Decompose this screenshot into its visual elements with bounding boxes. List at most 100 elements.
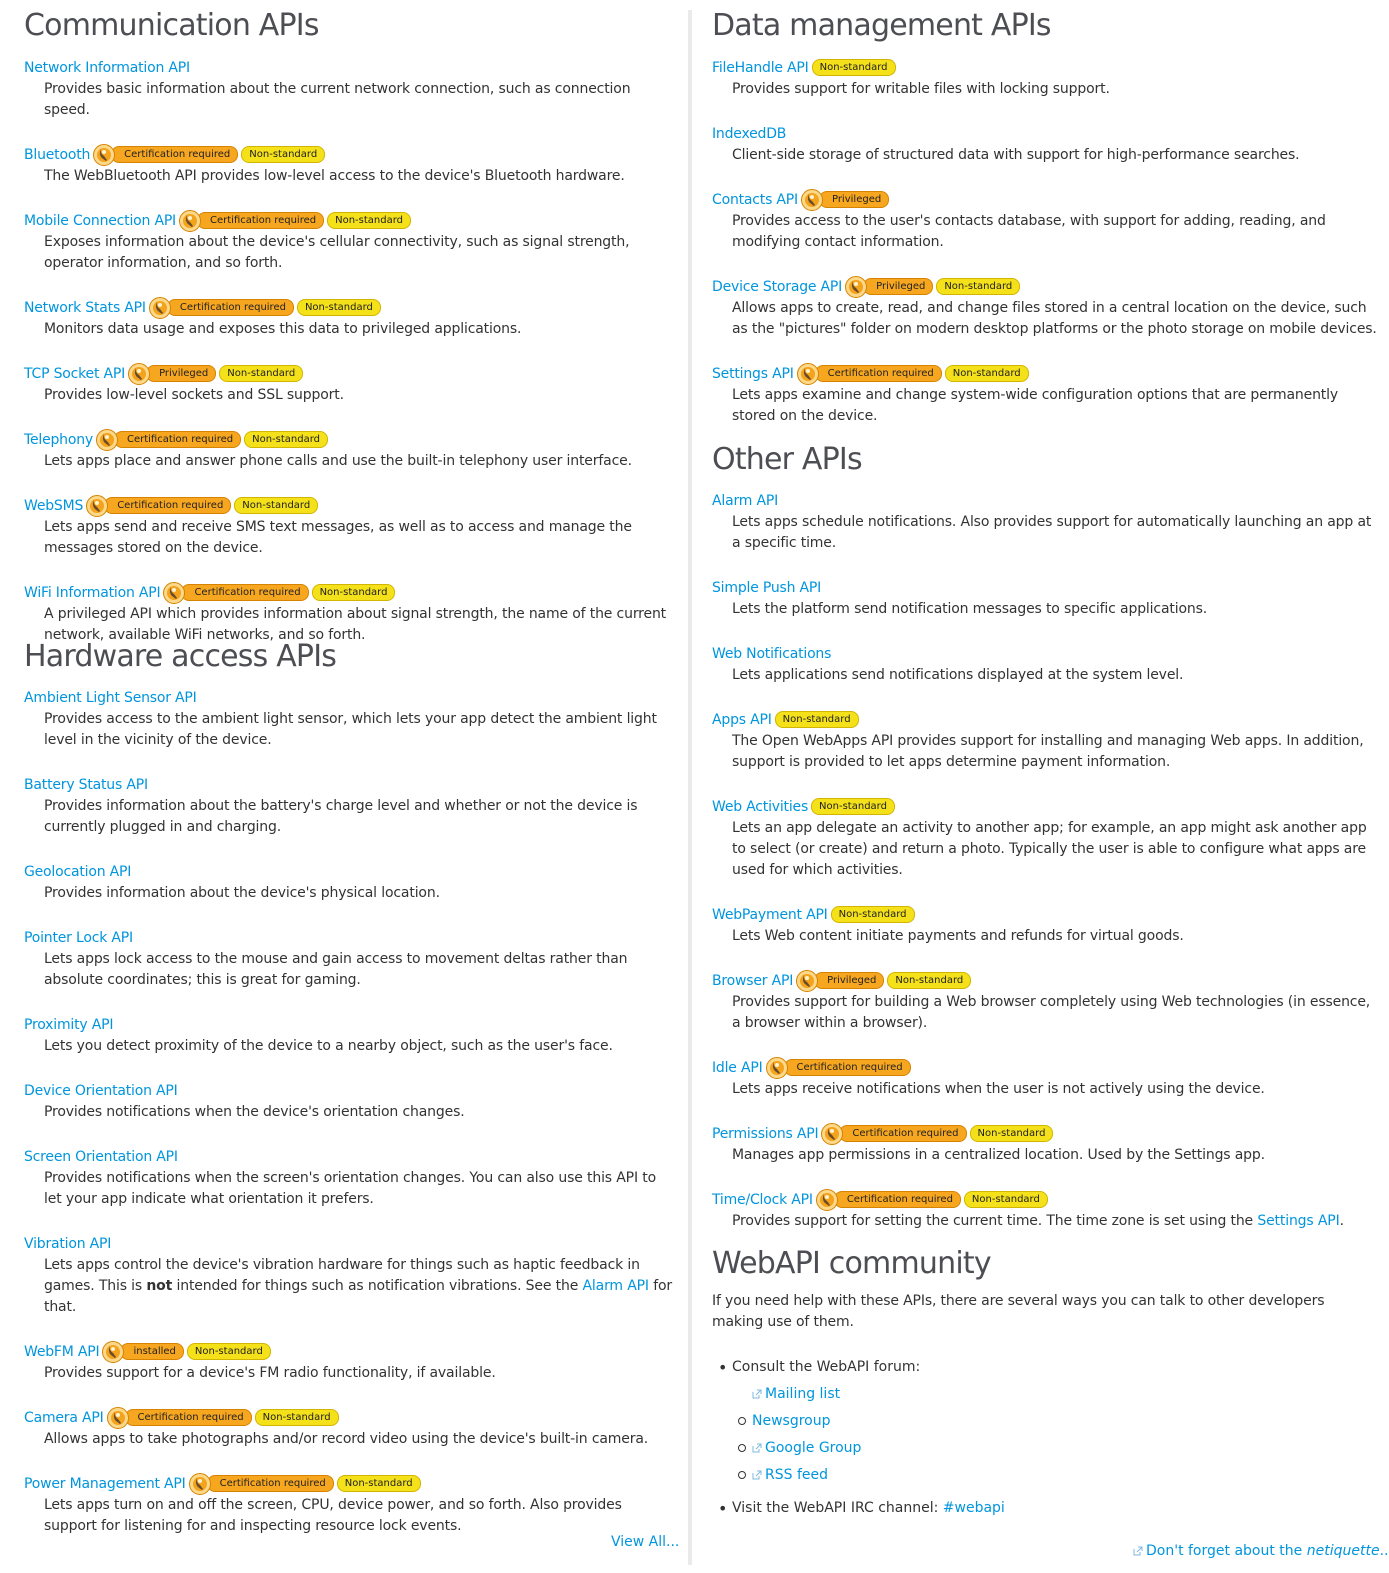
non-standard-badge: Non-standard [219,365,304,382]
api-link-network-stats-api[interactable]: Network Stats API [24,300,146,316]
api-link-device-orientation-api[interactable]: Device Orientation API [24,1083,178,1099]
newsgroup-link[interactable]: Newsgroup [752,1413,831,1429]
api-link-web-activities[interactable]: Web Activities [712,799,808,815]
api-entry-header: WebFM API installed Non-standard [24,1340,674,1363]
firefox-os-badge-icon [162,581,186,605]
api-link-bluetooth[interactable]: Bluetooth [24,147,90,163]
api-link-contacts-api[interactable]: Contacts API [712,192,798,208]
certification-required-badge: Certification required [166,299,294,316]
firefox-os-badge-icon [188,1472,212,1496]
firefox-os-badge-icon [795,969,819,993]
api-description: Lets the platform send notification mess… [732,601,1208,617]
api-link-pointer-lock-api[interactable]: Pointer Lock API [24,930,133,946]
api-link-settings-api[interactable]: Settings API [712,366,794,382]
api-link-telephony[interactable]: Telephony [24,432,93,448]
external-link-icon [752,1389,762,1399]
api-entry-header: WebPayment API Non-standard [712,904,1377,925]
api-entry: FileHandle API Non-standard Provides suppo… [712,57,1377,123]
api-entry: IndexedDB Client-side storage of structur… [712,123,1377,189]
api-link-webpayment-api[interactable]: WebPayment API [712,907,828,923]
api-entry-header: Simple Push API [712,577,1377,598]
api-link-time-clock-api[interactable]: Time/Clock API [712,1192,813,1208]
api-description: Provides basic information about the cur… [44,81,631,118]
api-entry-header: Settings API Certification required Non-st… [712,362,1377,386]
inline-link-alarm-api[interactable]: Alarm API [582,1278,649,1294]
api-link-idle-api[interactable]: Idle API [712,1060,763,1076]
firefox-os-badge-icon [178,209,202,233]
view-all-link[interactable]: View All... [611,1534,679,1550]
api-link-websms[interactable]: WebSMS [24,498,83,514]
circle-bullet-icon [738,1444,746,1452]
api-description: Lets apps receive notifications when the… [732,1081,1265,1097]
api-entry: Device Orientation API Provides notificat… [24,1080,674,1146]
irc-item: Visit the WebAPI IRC channel: #webapi [712,1498,1377,1519]
api-link-permissions-api[interactable]: Permissions API [712,1126,819,1142]
api-description: Provides access to the user's contacts d… [732,213,1326,250]
api-link-vibration-api[interactable]: Vibration API [24,1236,111,1252]
api-link-mobile-connection-api[interactable]: Mobile Connection API [24,213,176,229]
api-entry-header: Contacts API Privileged [712,188,1377,211]
api-entry-header: Camera API Certification required Non-stan… [24,1406,674,1429]
api-link-device-storage-api[interactable]: Device Storage API [712,279,842,295]
community-intro: If you need help with these APIs, there … [712,1293,1325,1330]
api-link-ambient-light-sensor-api[interactable]: Ambient Light Sensor API [24,690,197,706]
api-entry: Settings API Certification required Non-st… [712,362,1377,450]
api-link-web-notifications[interactable]: Web Notifications [712,646,831,662]
forum-label: Consult the WebAPI forum: [732,1359,921,1375]
api-description: Provides notifications when the device's… [44,1104,465,1120]
api-link-battery-status-api[interactable]: Battery Status API [24,777,148,793]
api-link-filehandle-api[interactable]: FileHandle API [712,60,809,76]
irc-label: Visit the WebAPI IRC channel: [732,1500,943,1516]
api-link-proximity-api[interactable]: Proximity API [24,1017,113,1033]
api-link-tcp-socket-api[interactable]: TCP Socket API [24,366,125,382]
section-other: Other APIs Alarm API Lets apps schedule n… [712,442,1377,1255]
non-standard-badge: Non-standard [234,497,319,514]
api-link-alarm-api[interactable]: Alarm API [712,493,778,509]
api-description: Exposes information about the device's c… [44,234,630,271]
api-entry: Mobile Connection API Certification requi… [24,209,674,297]
emphasis-not: not [146,1278,173,1294]
api-link-simple-push-api[interactable]: Simple Push API [712,580,821,596]
section-community: WebAPI community If you need help with t… [712,1246,1377,1519]
irc-channel-link[interactable]: #webapi [943,1500,1005,1516]
inline-link-settings-api[interactable]: Settings API [1257,1213,1339,1229]
api-entry: Pointer Lock API Lets apps lock access to… [24,927,674,1014]
api-entry: Device Storage API Privileged Non-standard… [712,275,1377,363]
description-text: intended for things such as notification… [172,1278,583,1294]
mailing-list-link[interactable]: Mailing list [765,1386,840,1402]
rss-feed-link[interactable]: RSS feed [765,1467,828,1483]
api-entry-header: Ambient Light Sensor API [24,687,674,708]
newsgroup-item: Newsgroup [712,1411,1377,1438]
api-description: The Open WebApps API provides support fo… [732,733,1364,770]
api-link-indexeddb[interactable]: IndexedDB [712,126,786,142]
api-entry: Screen Orientation API Provides notificat… [24,1146,674,1233]
api-description: Lets apps lock access to the mouse and g… [44,951,628,988]
api-link-browser-api[interactable]: Browser API [712,973,793,989]
api-link-wifi-information-api[interactable]: WiFi Information API [24,585,161,601]
firefox-os-badge-icon [844,275,868,299]
external-link-icon [752,1470,762,1480]
firefox-os-badge-icon [85,494,109,518]
privileged-badge: Privileged [863,278,934,295]
api-link-apps-api[interactable]: Apps API [712,712,772,728]
api-entry-header: Screen Orientation API [24,1146,674,1167]
api-link-geolocation-api[interactable]: Geolocation API [24,864,131,880]
privileged-badge: Privileged [818,191,890,208]
api-link-camera-api[interactable]: Camera API [24,1410,104,1426]
google-group-link[interactable]: Google Group [765,1440,861,1456]
certification-required-badge: Certification required [197,212,325,229]
firefox-os-badge-icon [796,362,820,386]
api-link-power-management-api[interactable]: Power Management API [24,1476,186,1492]
api-entry-header: Network Stats API Certification required N… [24,296,674,319]
section-hardware: Hardware access APIs Ambient Light Senso… [24,639,674,1560]
api-entry: Geolocation API Provides information abou… [24,861,674,927]
api-link-webfm-api[interactable]: WebFM API [24,1344,100,1360]
api-link-network-information-api[interactable]: Network Information API [24,60,190,76]
api-entry-header: TCP Socket API Privileged Non-standard [24,362,674,385]
api-description: Provides information about the device's … [44,885,440,901]
api-entry: Browser API Privileged Non-standard Provide… [712,969,1377,1057]
column-divider [688,10,692,1565]
api-link-screen-orientation-api[interactable]: Screen Orientation API [24,1149,178,1165]
non-standard-badge: Non-standard [936,278,1021,295]
netiquette-link[interactable]: Don't forget about the netiquette... [1133,1543,1389,1559]
